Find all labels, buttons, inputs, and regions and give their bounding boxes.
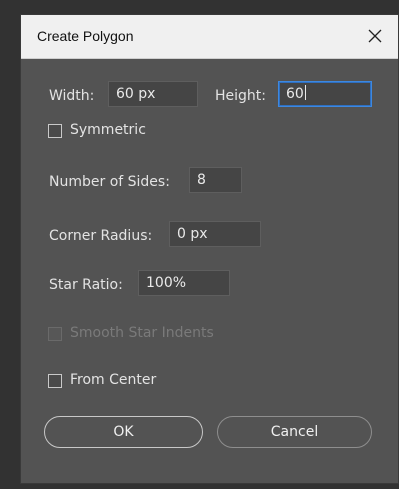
dialog-title: Create Polygon [37,28,134,44]
width-value: 60 px [116,86,156,102]
number-of-sides-label: Number of Sides: [49,174,170,190]
close-icon [368,29,382,43]
width-label: Width: [49,88,95,104]
from-center-checkbox[interactable] [48,374,62,388]
close-button[interactable] [360,21,390,51]
symmetric-checkbox[interactable] [48,124,62,138]
number-of-sides-field[interactable]: 8 [189,167,242,193]
star-ratio-value: 100% [146,275,187,291]
ok-button[interactable]: OK [44,416,203,448]
corner-radius-value: 0 px [177,226,208,242]
cancel-button[interactable]: Cancel [217,416,372,448]
smooth-star-indents-label: Smooth Star Indents [70,325,214,341]
create-polygon-dialog: Create Polygon Width: 60 px Height: 60 S… [20,14,399,484]
star-ratio-label: Star Ratio: [49,277,123,293]
from-center-label: From Center [70,372,157,388]
dialog-titlebar: Create Polygon [21,15,398,59]
text-cursor [304,85,306,100]
smooth-star-indents-checkbox [48,327,62,341]
corner-radius-label: Corner Radius: [49,228,153,244]
screen-background: Create Polygon Width: 60 px Height: 60 S… [0,0,399,489]
width-field[interactable]: 60 px [108,81,198,107]
corner-radius-field[interactable]: 0 px [169,221,261,247]
symmetric-label: Symmetric [70,122,146,138]
number-of-sides-value: 8 [197,172,206,188]
height-field[interactable]: 60 [278,81,372,107]
height-label: Height: [215,88,266,104]
star-ratio-field[interactable]: 100% [138,270,230,296]
height-value: 60 [286,86,304,102]
